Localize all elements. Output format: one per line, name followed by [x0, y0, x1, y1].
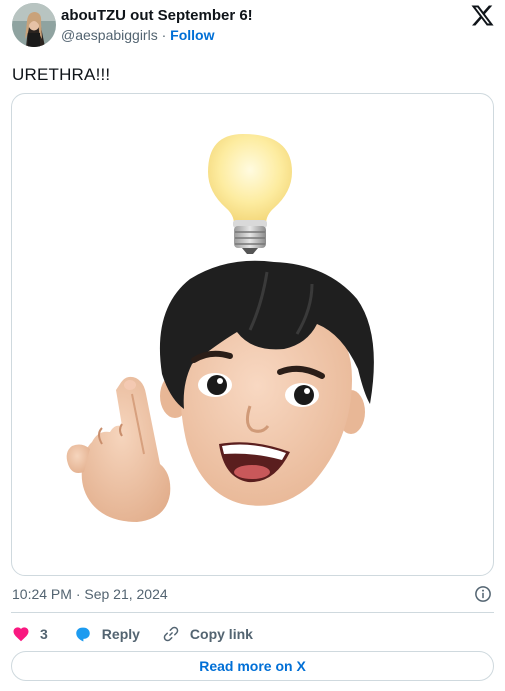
x-logo-icon[interactable] [470, 4, 494, 28]
like-count: 3 [40, 626, 48, 642]
avatar[interactable] [12, 3, 56, 47]
lightbulb [208, 134, 292, 254]
divider [11, 612, 494, 613]
handle-row: @aespabiggirls · Follow [61, 27, 215, 43]
follow-button[interactable]: Follow [170, 27, 214, 43]
copy-link-button[interactable]: Copy link [162, 625, 253, 643]
info-icon[interactable] [474, 585, 492, 603]
read-more-button[interactable]: Read more on X [11, 651, 494, 681]
reply-button[interactable]: Reply [74, 625, 140, 643]
separator-dot: · [161, 27, 167, 43]
display-name[interactable]: abouTZU out September 6! [61, 7, 253, 24]
like-button[interactable]: 3 [12, 625, 48, 643]
pointing-hand [66, 376, 171, 522]
reply-label: Reply [101, 626, 140, 642]
link-icon [163, 626, 179, 642]
action-bar: 3 Reply Copy link [12, 624, 253, 644]
avatar-photo [12, 3, 56, 47]
reply-bubble-icon [76, 627, 90, 642]
timestamp[interactable]: 10:24 PM · Sep 21, 2024 [12, 586, 168, 602]
copy-link-label: Copy link [189, 626, 253, 642]
heart-icon [13, 627, 29, 642]
tweet-media[interactable] [11, 93, 494, 576]
embedded-tweet: abouTZU out September 6! @aespabiggirls … [0, 0, 505, 691]
handle[interactable]: @aespabiggirls [61, 27, 158, 43]
tweet-text: URETHRA!!! [12, 65, 111, 84]
memoji-lightbulb-idea-icon [66, 134, 374, 522]
